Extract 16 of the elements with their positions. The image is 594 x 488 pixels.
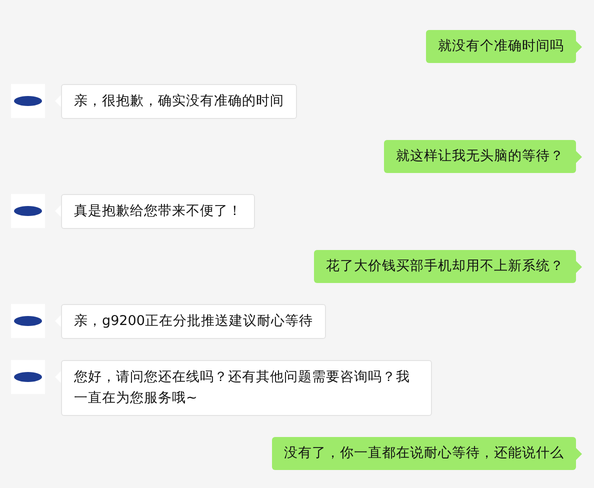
bubble-tail-icon xyxy=(576,261,582,273)
bubble-tail-icon xyxy=(576,151,582,163)
avatar-icon xyxy=(11,194,45,228)
avatar-icon xyxy=(11,84,45,118)
received-message-bubble: 真是抱歉给您带来不便了！ xyxy=(61,194,255,229)
received-message-bubble: 亲，g9200正在分批推送建议耐心等待 xyxy=(61,304,326,339)
avatar-icon xyxy=(11,304,45,338)
sent-message-bubble: 花了大价钱买部手机却用不上新系统？ xyxy=(314,250,576,283)
bubble-tail-icon xyxy=(576,448,582,460)
sent-message-bubble: 就没有个准确时间吗 xyxy=(426,30,576,63)
sent-message-bubble: 就这样让我无头脑的等待？ xyxy=(384,140,576,173)
bubble-tail-icon xyxy=(576,41,582,53)
avatar-icon xyxy=(11,360,45,394)
sent-message-bubble: 没有了，你一直都在说耐心等待，还能说什么 xyxy=(272,437,576,470)
received-message-bubble: 您好，请问您还在线吗？还有其他问题需要咨询吗？我一直在为您服务哦~ xyxy=(61,360,432,416)
received-message-bubble: 亲，很抱歉，确实没有准确的时间 xyxy=(61,84,297,119)
